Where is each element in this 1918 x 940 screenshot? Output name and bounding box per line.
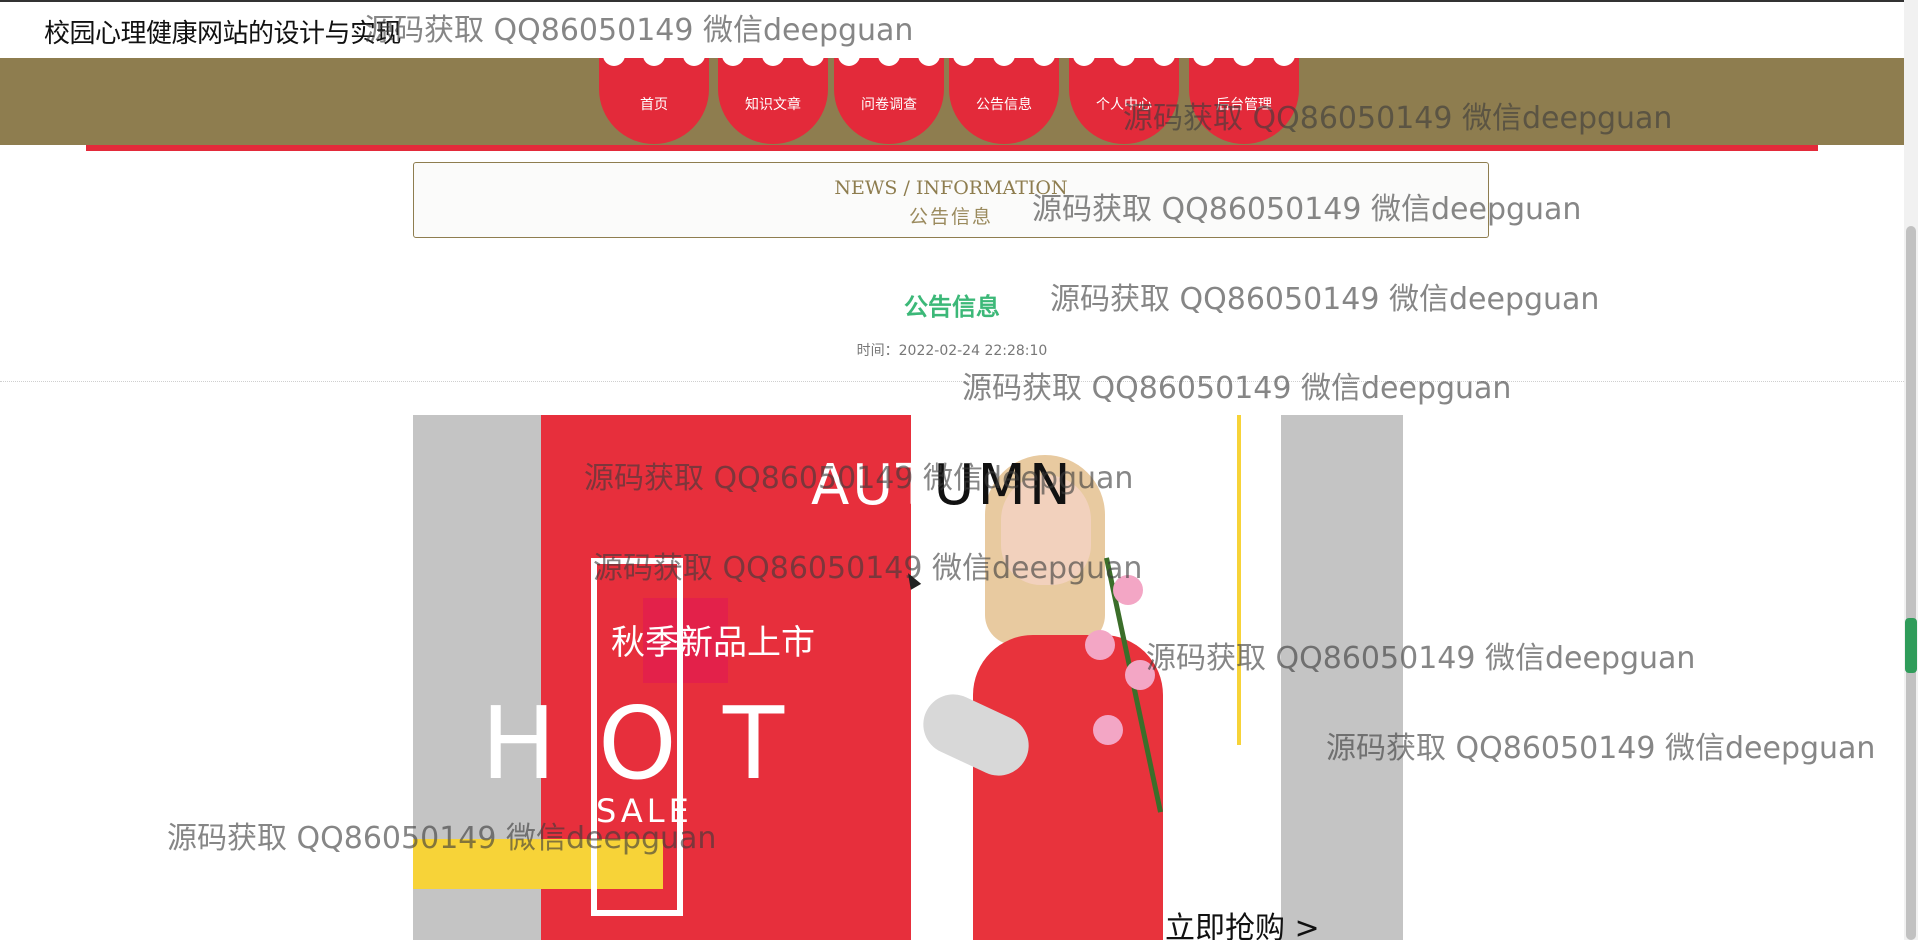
banner-flower <box>1113 575 1143 605</box>
watermark: 源码获取 QQ86050149 微信deepguan <box>364 13 914 48</box>
banner-tag-text: 秋季新品上市 <box>611 623 815 663</box>
promo-banner-image: 秋季新品上市 H O T SALE AUTUMN 立即抢购 > <box>413 415 1403 940</box>
divider <box>0 381 1904 382</box>
watermark: 源码获取 QQ86050149 微信deepguan <box>962 371 1512 406</box>
nav-scallop <box>599 52 709 66</box>
notice-title: 公告信息 <box>904 293 1000 321</box>
nav-scallop <box>834 52 944 66</box>
nav-scallop <box>949 52 1059 66</box>
section-title-cn: 公告信息 <box>908 206 993 228</box>
nav-bar: 首页 知识文章 问卷调查 公告信息 个人中心 后台管理 <box>0 52 1904 145</box>
banner-buy-now-text: 立即抢购 > <box>1165 911 1320 940</box>
section-title-en: NEWS / INFORMATION <box>834 177 1068 199</box>
banner-autumn-text: AUTUMN <box>811 453 1074 518</box>
nav-scallop <box>1069 52 1179 66</box>
nav-scallop <box>718 52 828 66</box>
nav-item-profile[interactable]: 个人中心 <box>1069 52 1179 144</box>
banner-flower <box>1093 715 1123 745</box>
banner-hot-letter: H <box>481 685 557 802</box>
top-border <box>0 0 1918 2</box>
banner-hot-letter: T <box>723 685 785 802</box>
nav-item-admin[interactable]: 后台管理 <box>1189 52 1299 144</box>
banner-hot-letter: O <box>598 685 677 802</box>
nav-scallop <box>1189 52 1299 66</box>
nav-item-home[interactable]: 首页 <box>599 52 709 144</box>
nav-item-label: 首页 <box>640 97 668 113</box>
nav-item-label: 知识文章 <box>745 97 801 113</box>
section-header-box: NEWS / INFORMATION 公告信息 <box>413 162 1489 238</box>
nav-item-survey[interactable]: 问卷调查 <box>834 52 944 144</box>
banner-flower <box>1085 630 1115 660</box>
page-scrollbar[interactable] <box>1904 0 1918 940</box>
banner-sale-text: SALE <box>596 792 693 830</box>
site-title: 校园心理健康网站的设计与实现 <box>44 19 402 49</box>
nav-item-articles[interactable]: 知识文章 <box>718 52 828 144</box>
nav-underline <box>86 145 1818 151</box>
banner-flower <box>1125 660 1155 690</box>
nav-item-notices[interactable]: 公告信息 <box>949 52 1059 144</box>
nav-item-label: 后台管理 <box>1216 97 1272 113</box>
nav-item-label: 个人中心 <box>1096 97 1152 113</box>
nav-item-label: 公告信息 <box>976 97 1032 113</box>
watermark: 源码获取 QQ86050149 微信deepguan <box>1326 731 1876 766</box>
scrollbar-thumb[interactable] <box>1906 226 1916 940</box>
notice-time: 时间：2022-02-24 22:28:10 <box>856 343 1048 359</box>
nav-item-label: 问卷调查 <box>861 97 917 113</box>
banner-yellow-line <box>1237 415 1241 745</box>
scrollbar-marker <box>1905 618 1917 673</box>
